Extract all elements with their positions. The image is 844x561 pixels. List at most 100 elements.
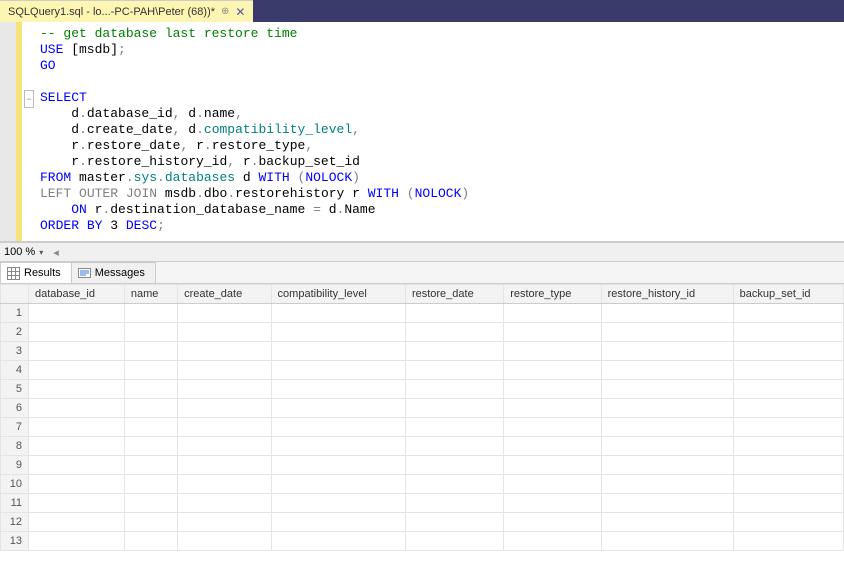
sql-editor[interactable]: − -- get database last restore timeUSE [… xyxy=(0,22,844,242)
grid-cell[interactable] xyxy=(601,494,733,513)
grid-cell[interactable] xyxy=(178,361,271,380)
grid-cell[interactable] xyxy=(271,304,405,323)
grid-cell[interactable] xyxy=(178,304,271,323)
grid-cell[interactable] xyxy=(504,456,601,475)
grid-cell[interactable] xyxy=(504,323,601,342)
grid-cell[interactable] xyxy=(124,532,177,551)
document-tab[interactable]: SQLQuery1.sql - lo...-PC-PAH\Peter (68))… xyxy=(0,0,253,22)
grid-cell[interactable] xyxy=(178,456,271,475)
grid-cell[interactable] xyxy=(733,399,843,418)
grid-cell[interactable] xyxy=(271,456,405,475)
grid-cell[interactable] xyxy=(29,304,125,323)
table-row[interactable]: 2 xyxy=(1,323,844,342)
table-row[interactable]: 8 xyxy=(1,437,844,456)
grid-cell[interactable] xyxy=(178,399,271,418)
grid-cell[interactable] xyxy=(178,380,271,399)
grid-cell[interactable] xyxy=(601,437,733,456)
grid-cell[interactable] xyxy=(601,342,733,361)
grid-cell[interactable] xyxy=(601,361,733,380)
grid-cell[interactable] xyxy=(504,513,601,532)
table-row[interactable]: 4 xyxy=(1,361,844,380)
grid-cell[interactable] xyxy=(601,380,733,399)
grid-cell[interactable] xyxy=(601,475,733,494)
grid-cell[interactable] xyxy=(29,475,125,494)
grid-cell[interactable] xyxy=(504,399,601,418)
grid-cell[interactable] xyxy=(504,494,601,513)
grid-cell[interactable] xyxy=(271,399,405,418)
grid-cell[interactable] xyxy=(29,513,125,532)
column-header[interactable]: compatibility_level xyxy=(271,285,405,304)
grid-cell[interactable] xyxy=(601,456,733,475)
table-row[interactable]: 7 xyxy=(1,418,844,437)
grid-cell[interactable] xyxy=(29,418,125,437)
tab-messages[interactable]: Messages xyxy=(71,262,156,283)
grid-cell[interactable] xyxy=(178,418,271,437)
table-row[interactable]: 5 xyxy=(1,380,844,399)
grid-cell[interactable] xyxy=(504,475,601,494)
grid-cell[interactable] xyxy=(178,342,271,361)
grid-cell[interactable] xyxy=(271,418,405,437)
grid-cell[interactable] xyxy=(601,532,733,551)
grid-cell[interactable] xyxy=(29,323,125,342)
table-row[interactable]: 1 xyxy=(1,304,844,323)
grid-cell[interactable] xyxy=(178,475,271,494)
table-row[interactable]: 11 xyxy=(1,494,844,513)
column-header[interactable]: restore_date xyxy=(405,285,503,304)
grid-cell[interactable] xyxy=(601,418,733,437)
grid-cell[interactable] xyxy=(124,437,177,456)
grid-cell[interactable] xyxy=(733,418,843,437)
grid-cell[interactable] xyxy=(124,342,177,361)
grid-cell[interactable] xyxy=(124,304,177,323)
table-row[interactable]: 6 xyxy=(1,399,844,418)
grid-cell[interactable] xyxy=(405,456,503,475)
grid-cell[interactable] xyxy=(178,532,271,551)
grid-cell[interactable] xyxy=(124,494,177,513)
column-header[interactable]: backup_set_id xyxy=(733,285,843,304)
grid-cell[interactable] xyxy=(124,456,177,475)
grid-cell[interactable] xyxy=(733,437,843,456)
code-area[interactable]: -- get database last restore timeUSE [ms… xyxy=(40,22,844,241)
grid-cell[interactable] xyxy=(733,456,843,475)
grid-cell[interactable] xyxy=(124,475,177,494)
column-header[interactable]: name xyxy=(124,285,177,304)
grid-cell[interactable] xyxy=(405,532,503,551)
column-header[interactable]: create_date xyxy=(178,285,271,304)
grid-cell[interactable] xyxy=(271,513,405,532)
grid-cell[interactable] xyxy=(178,513,271,532)
grid-cell[interactable] xyxy=(601,304,733,323)
grid-cell[interactable] xyxy=(124,380,177,399)
grid-cell[interactable] xyxy=(271,475,405,494)
table-row[interactable]: 13 xyxy=(1,532,844,551)
grid-cell[interactable] xyxy=(601,399,733,418)
grid-cell[interactable] xyxy=(504,342,601,361)
grid-cell[interactable] xyxy=(29,399,125,418)
grid-cell[interactable] xyxy=(271,323,405,342)
grid-cell[interactable] xyxy=(405,342,503,361)
grid-cell[interactable] xyxy=(271,342,405,361)
grid-cell[interactable] xyxy=(29,342,125,361)
grid-cell[interactable] xyxy=(733,475,843,494)
tab-results[interactable]: Results xyxy=(0,262,72,283)
grid-cell[interactable] xyxy=(733,304,843,323)
grid-cell[interactable] xyxy=(733,494,843,513)
grid-cell[interactable] xyxy=(178,437,271,456)
grid-cell[interactable] xyxy=(601,513,733,532)
grid-cell[interactable] xyxy=(271,532,405,551)
grid-cell[interactable] xyxy=(178,494,271,513)
grid-cell[interactable] xyxy=(124,323,177,342)
grid-cell[interactable] xyxy=(405,380,503,399)
grid-cell[interactable] xyxy=(733,532,843,551)
grid-cell[interactable] xyxy=(124,399,177,418)
grid-cell[interactable] xyxy=(504,361,601,380)
grid-cell[interactable] xyxy=(405,418,503,437)
grid-cell[interactable] xyxy=(601,323,733,342)
grid-cell[interactable] xyxy=(178,323,271,342)
grid-cell[interactable] xyxy=(29,532,125,551)
collapse-toggle-icon[interactable]: − xyxy=(24,90,34,108)
grid-cell[interactable] xyxy=(29,380,125,399)
grid-cell[interactable] xyxy=(733,380,843,399)
close-icon[interactable]: ✕ xyxy=(235,5,245,19)
grid-cell[interactable] xyxy=(405,304,503,323)
grid-cell[interactable] xyxy=(405,399,503,418)
grid-cell[interactable] xyxy=(733,323,843,342)
